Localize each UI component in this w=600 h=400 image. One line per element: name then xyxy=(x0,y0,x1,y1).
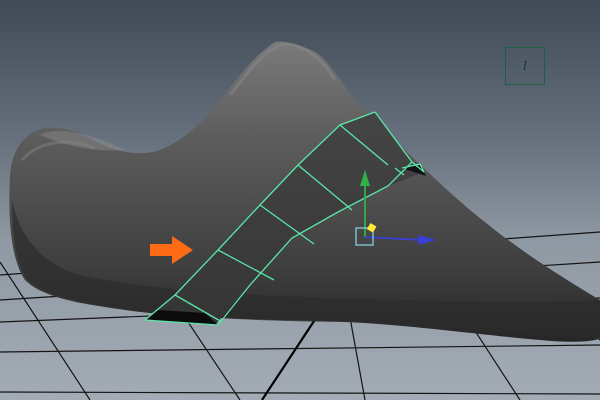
3d-viewport[interactable]: l xyxy=(0,0,600,400)
view-cube-label: l xyxy=(523,59,527,73)
view-cube-icon[interactable]: l xyxy=(505,47,545,85)
